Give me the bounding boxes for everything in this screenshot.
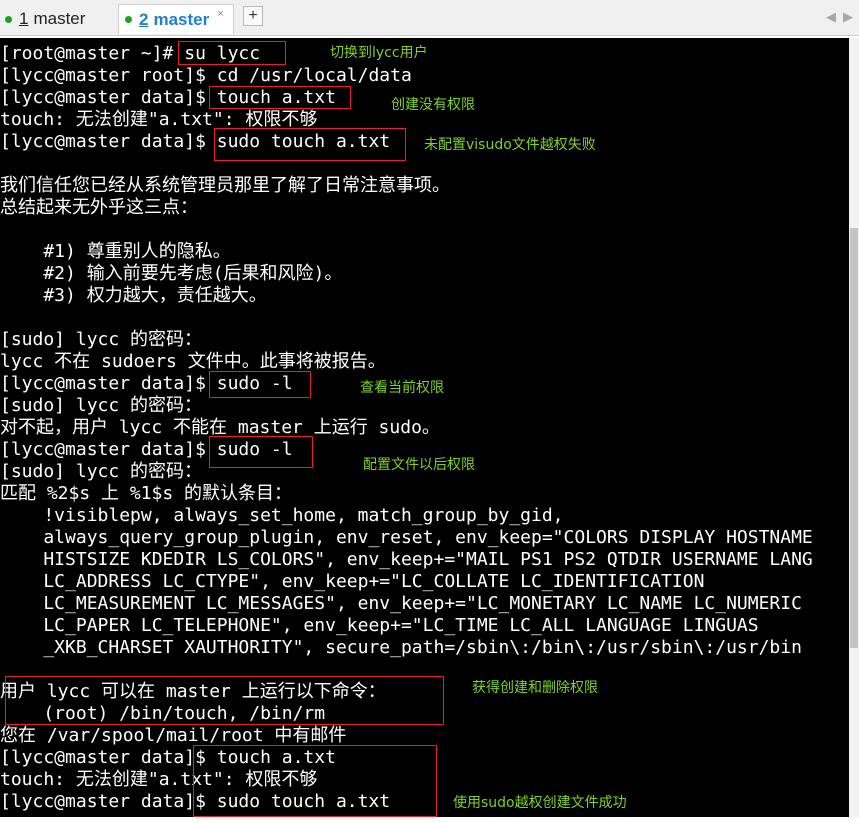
annotation-note: 配置文件以后权限	[363, 457, 475, 473]
tab-index: 2	[139, 9, 149, 29]
highlight-box	[209, 371, 311, 398]
tab-label: master	[33, 9, 86, 28]
highlight-box	[209, 86, 351, 109]
window-bottom-edge	[0, 817, 859, 823]
connected-status-icon	[125, 16, 132, 23]
terminal-line: 总结起来无外乎这三点：	[0, 197, 198, 218]
terminal-line: 您在 /var/spool/mail/root 中有邮件	[0, 725, 347, 746]
highlight-box	[214, 128, 406, 161]
annotation-note: 创建没有权限	[391, 97, 475, 113]
highlight-box	[5, 676, 444, 725]
new-tab-button[interactable]: +	[243, 6, 263, 26]
tab-label: master	[153, 9, 210, 29]
scrollbar-thumb[interactable]	[850, 228, 858, 648]
annotation-note: 切换到lycc用户	[330, 45, 428, 61]
connected-status-icon	[5, 15, 12, 23]
terminal-line: [lycc@master root]$ cd /usr/local/data	[0, 65, 412, 86]
scroll-tabs-right-icon[interactable]: ▶	[843, 9, 853, 25]
highlight-box	[209, 436, 313, 468]
terminal-scrollbar[interactable]	[849, 38, 859, 817]
terminal-line: 我们信任您已经从系统管理员那里了解了日常注意事项。	[0, 175, 450, 196]
tab-2-master[interactable]: 2 master ×	[118, 4, 234, 34]
terminal-line: HISTSIZE KDEDIR LS_COLORS", env_keep+="M…	[0, 549, 813, 570]
terminal-line: #3) 权力越大，责任越大。	[0, 285, 267, 306]
terminal-line: #2) 输入前要先考虑(后果和风险)。	[0, 263, 343, 284]
highlight-box	[193, 745, 437, 817]
terminal-line: LC_PAPER LC_TELEPHONE", env_keep+="LC_TI…	[0, 615, 759, 636]
close-tab-icon[interactable]: ×	[217, 8, 223, 20]
terminal-line: LC_MEASUREMENT LC_MESSAGES", env_keep+="…	[0, 593, 802, 614]
terminal-output[interactable]: [root@master ~]# su lycc [lycc@master ro…	[0, 38, 849, 817]
terminal-line: [sudo] lycc 的密码：	[0, 461, 203, 482]
terminal-line: [sudo] lycc 的密码：	[0, 395, 203, 416]
annotation-note: 查看当前权限	[360, 380, 444, 396]
terminal-line: _XKB_CHARSET XAUTHORITY", secure_path=/s…	[0, 637, 802, 658]
annotation-note: 获得创建和删除权限	[472, 680, 598, 696]
terminal-line: !visiblepw, always_set_home, match_group…	[0, 505, 564, 526]
annotation-note: 未配置visudo文件越权失败	[424, 137, 596, 153]
terminal-line: always_query_group_plugin, env_reset, en…	[0, 527, 813, 548]
tab-1-master[interactable]: 1 master	[0, 4, 114, 34]
scroll-tabs-left-icon[interactable]: ◀	[826, 9, 836, 25]
terminal-line: LC_ADDRESS LC_CTYPE", env_keep+="LC_COLL…	[0, 571, 705, 592]
terminal-line: [sudo] lycc 的密码：	[0, 329, 203, 350]
tab-bar: 1 master 2 master × + ◀ ▶	[0, 0, 859, 36]
terminal-line: #1) 尊重别人的隐私。	[0, 241, 231, 262]
terminal-line: lycc 不在 sudoers 文件中。此事将被报告。	[0, 351, 386, 372]
annotation-note: 使用sudo越权创建文件成功	[453, 795, 627, 811]
highlight-box	[178, 41, 286, 65]
tab-index: 1	[19, 9, 29, 28]
terminal-line: 匹配 %2$s 上 %1$s 的默认条目：	[0, 483, 293, 504]
